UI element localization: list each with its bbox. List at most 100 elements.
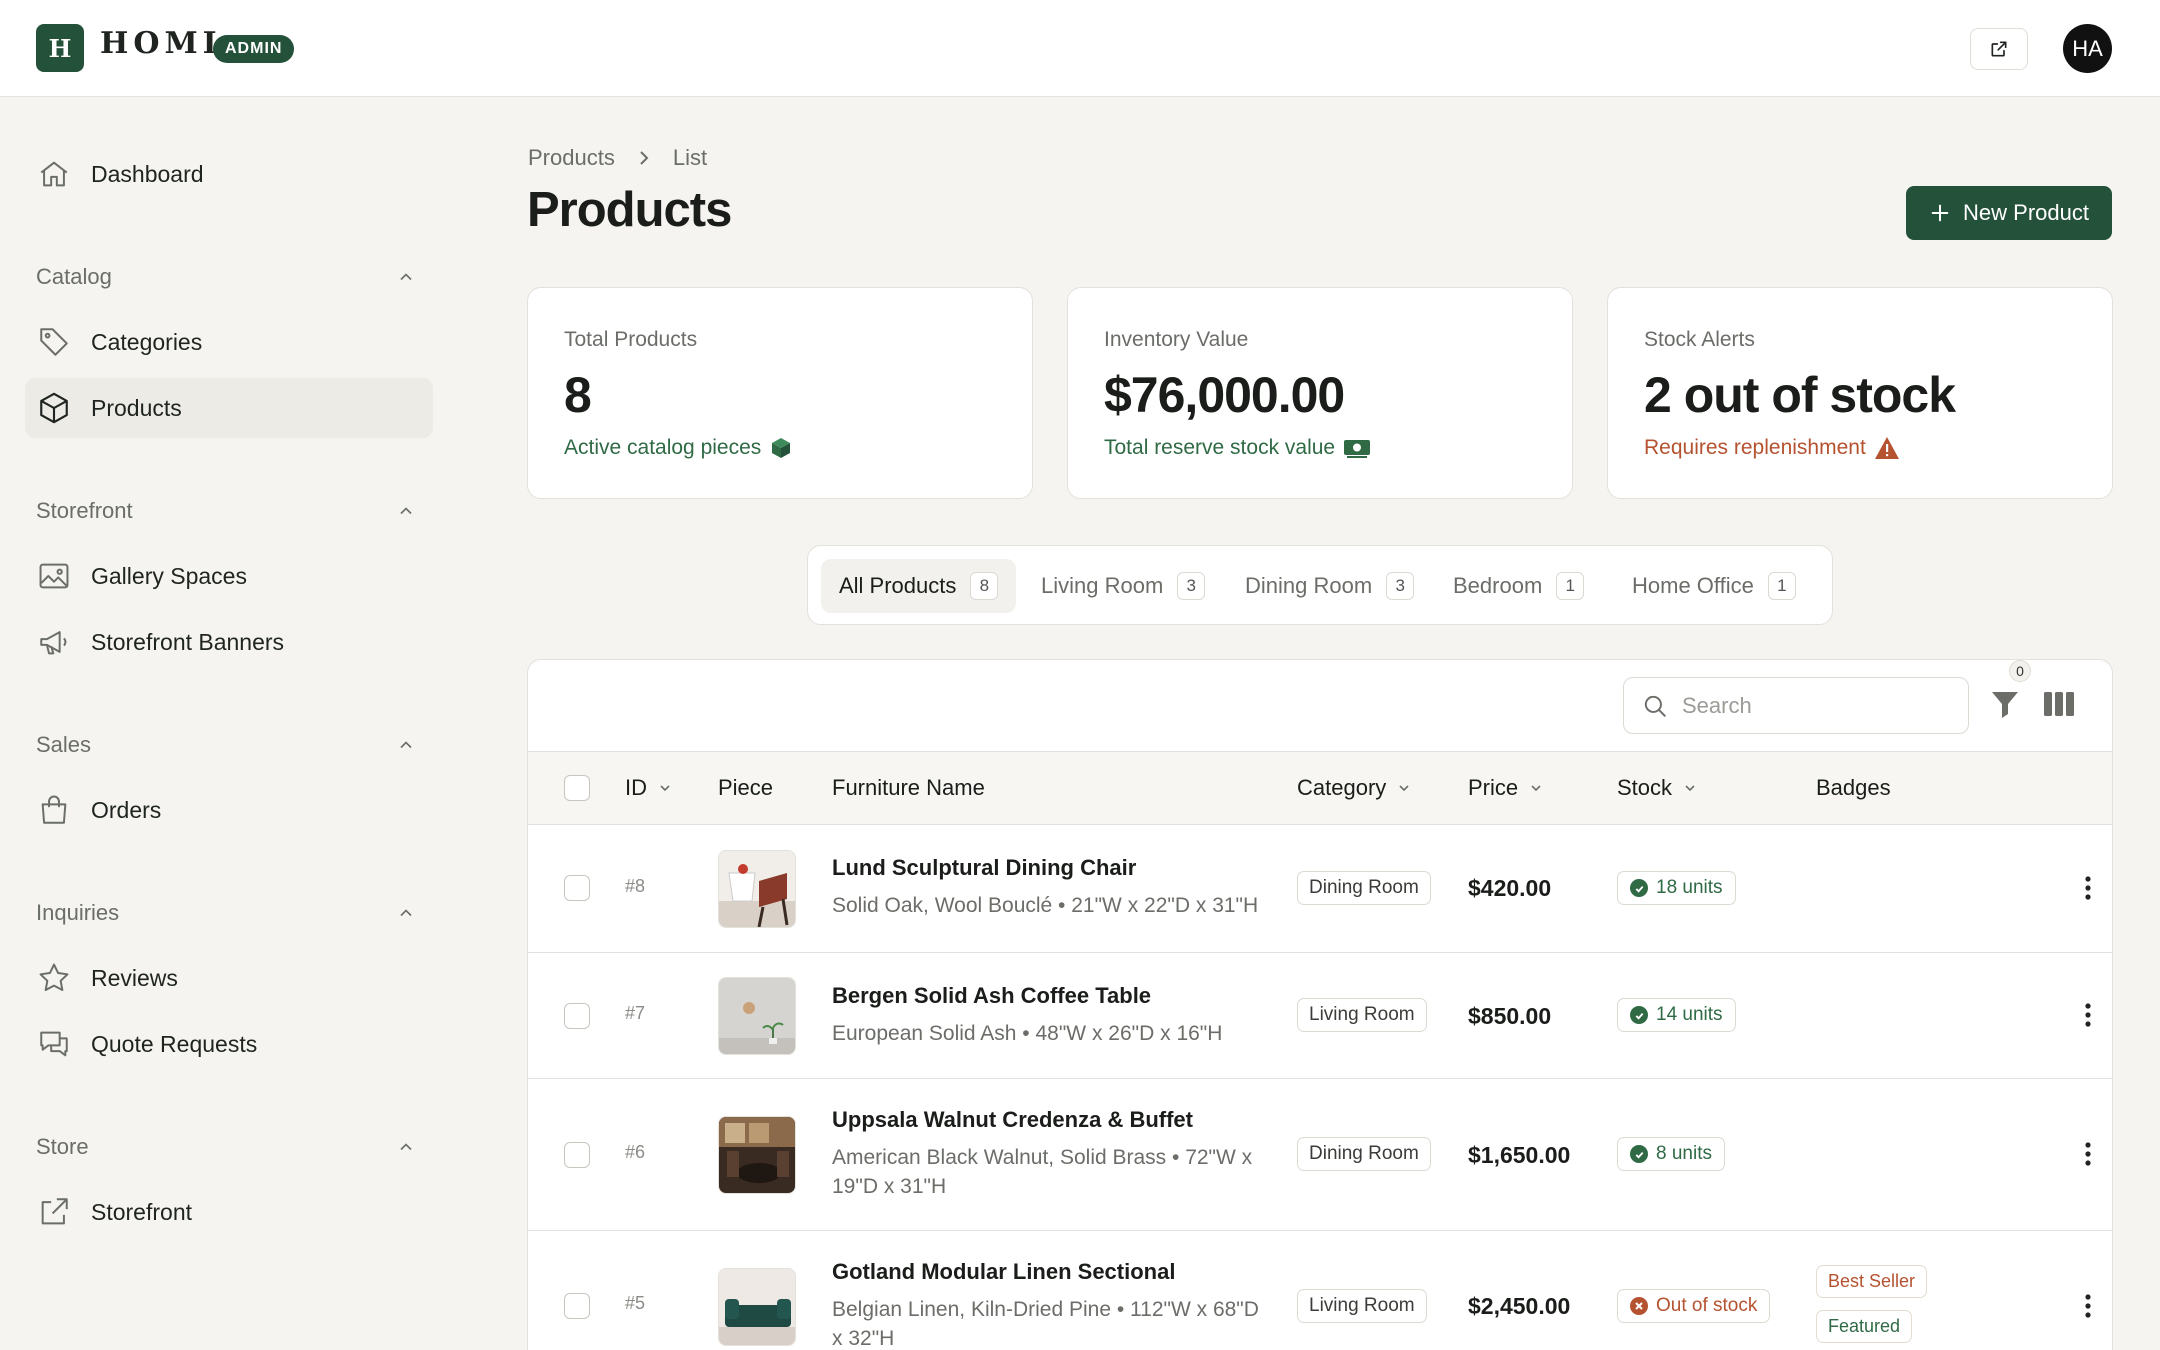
product-name[interactable]: Lund Sculptural Dining Chair bbox=[832, 855, 1264, 881]
sidebar-item-quote-requests[interactable]: Quote Requests bbox=[25, 1014, 433, 1074]
row-id: #6 bbox=[625, 1142, 646, 1162]
product-price: $2,450.00 bbox=[1468, 1293, 1571, 1319]
sidebar-group-storefront[interactable]: Storefront bbox=[36, 491, 416, 531]
stat-sub: Active catalog pieces bbox=[564, 436, 996, 460]
sidebar-group-label: Storefront bbox=[36, 498, 133, 523]
product-thumbnail[interactable] bbox=[718, 1116, 796, 1194]
tab-dining-room[interactable]: Dining Room 3 bbox=[1227, 559, 1432, 613]
row-checkbox[interactable] bbox=[564, 1142, 590, 1168]
sidebar-group-inquiries[interactable]: Inquiries bbox=[36, 893, 416, 933]
stock-badge: 18 units bbox=[1617, 871, 1736, 905]
category-tabs: All Products 8 Living Room 3 Dining Room… bbox=[807, 545, 1833, 625]
brand-name[interactable]: HOMI bbox=[100, 26, 222, 61]
table-row[interactable]: #6 Uppsala Walnut Credenza & Buffet Amer… bbox=[528, 1079, 2112, 1231]
row-actions-icon[interactable] bbox=[2076, 1289, 2100, 1323]
product-name[interactable]: Gotland Modular Linen Sectional bbox=[832, 1259, 1264, 1285]
column-header-id[interactable]: ID bbox=[625, 752, 673, 824]
tab-label: Dining Room bbox=[1245, 573, 1373, 598]
logo-mark[interactable]: H bbox=[36, 24, 84, 72]
product-name[interactable]: Bergen Solid Ash Coffee Table bbox=[832, 983, 1264, 1009]
product-thumbnail[interactable] bbox=[718, 977, 796, 1055]
column-label: Category bbox=[1297, 775, 1387, 800]
product-thumbnail[interactable] bbox=[718, 1268, 796, 1346]
row-id: #7 bbox=[625, 1003, 646, 1023]
sidebar-item-label: Storefront bbox=[91, 1198, 192, 1225]
stock-text: Out of stock bbox=[1656, 1295, 1758, 1316]
category-chip: Living Room bbox=[1297, 998, 1427, 1032]
home-icon bbox=[40, 161, 68, 187]
star-icon bbox=[39, 963, 69, 992]
search-input[interactable] bbox=[1682, 692, 1942, 719]
product-name[interactable]: Uppsala Walnut Credenza & Buffet bbox=[832, 1107, 1264, 1133]
category-chip: Dining Room bbox=[1297, 871, 1431, 905]
chevron-down-icon bbox=[1531, 785, 1541, 792]
sidebar-group-label: Catalog bbox=[36, 264, 112, 289]
tab-count: 3 bbox=[1177, 572, 1206, 600]
sidebar-item-products[interactable]: Products bbox=[25, 378, 433, 438]
column-label: ID bbox=[625, 775, 647, 800]
columns-icon[interactable] bbox=[2043, 690, 2075, 718]
tab-all-products[interactable]: All Products 8 bbox=[821, 559, 1017, 613]
product-thumbnail[interactable] bbox=[718, 850, 796, 928]
stock-text: 8 units bbox=[1656, 1143, 1712, 1164]
chevron-down-icon bbox=[1399, 785, 1409, 792]
sidebar-item-label: Categories bbox=[91, 328, 203, 355]
select-all-checkbox[interactable] bbox=[564, 775, 590, 801]
row-actions-icon[interactable] bbox=[2076, 998, 2100, 1032]
stat-label: Inventory Value bbox=[1104, 328, 1249, 351]
stat-value: 8 bbox=[564, 367, 592, 423]
stock-text: 14 units bbox=[1656, 1004, 1723, 1025]
chevron-up-icon bbox=[400, 909, 412, 917]
row-checkbox[interactable] bbox=[564, 875, 590, 901]
new-product-button[interactable]: New Product bbox=[1906, 186, 2112, 240]
column-header-category[interactable]: Category bbox=[1297, 752, 1412, 824]
sidebar-item-orders[interactable]: Orders bbox=[25, 780, 433, 840]
product-info: Uppsala Walnut Credenza & Buffet America… bbox=[832, 1107, 1264, 1201]
sidebar-item-storefront-banners[interactable]: Storefront Banners bbox=[25, 612, 433, 672]
table-row[interactable]: #8 Lund Sculptural Dining Chair Solid Oa… bbox=[528, 825, 2112, 953]
sidebar-item-dashboard[interactable]: Dashboard bbox=[25, 144, 433, 204]
sidebar-item-storefront[interactable]: Storefront bbox=[25, 1182, 433, 1242]
stat-card-total-products: Total Products 8 Active catalog pieces bbox=[527, 287, 1033, 499]
row-actions-icon[interactable] bbox=[2076, 871, 2100, 905]
row-checkbox[interactable] bbox=[564, 1003, 590, 1029]
column-label: Piece bbox=[718, 775, 774, 800]
column-header-stock[interactable]: Stock bbox=[1617, 752, 1698, 824]
column-header-badges: Badges bbox=[1816, 752, 1891, 824]
search-icon bbox=[1644, 695, 1666, 717]
row-actions-icon[interactable] bbox=[2076, 1137, 2100, 1171]
sidebar-item-label: Reviews bbox=[91, 964, 178, 991]
breadcrumb-products[interactable]: Products bbox=[528, 145, 615, 171]
sidebar-group-catalog[interactable]: Catalog bbox=[36, 257, 416, 297]
chevron-up-icon bbox=[400, 273, 412, 281]
sidebar-group-sales[interactable]: Sales bbox=[36, 725, 416, 765]
sidebar-item-categories[interactable]: Categories bbox=[25, 312, 433, 372]
product-price: $1,650.00 bbox=[1468, 1142, 1571, 1168]
column-label: Furniture Name bbox=[832, 775, 985, 800]
external-link-icon bbox=[1991, 41, 2007, 57]
check-circle-icon bbox=[1630, 879, 1648, 897]
sidebar-group-store[interactable]: Store bbox=[36, 1127, 416, 1167]
tab-bedroom[interactable]: Bedroom 1 bbox=[1435, 559, 1602, 613]
chevron-down-icon bbox=[660, 785, 670, 792]
tab-label: Living Room bbox=[1041, 573, 1164, 598]
shopping-bag-icon bbox=[41, 795, 67, 824]
tab-living-room[interactable]: Living Room 3 bbox=[1023, 559, 1223, 613]
table-row[interactable]: #5 Gotland Modular Linen Sectional Belgi… bbox=[528, 1231, 2112, 1350]
avatar[interactable]: HA bbox=[2063, 24, 2112, 73]
check-circle-icon bbox=[1630, 1145, 1648, 1163]
table-row[interactable]: #7 Bergen Solid Ash Coffee Table Europea… bbox=[528, 953, 2112, 1079]
open-storefront-button[interactable] bbox=[1970, 28, 2028, 70]
product-price: $420.00 bbox=[1468, 875, 1552, 901]
row-checkbox[interactable] bbox=[564, 1293, 590, 1319]
search-box[interactable] bbox=[1623, 677, 1969, 734]
column-label: Price bbox=[1468, 775, 1519, 800]
column-header-price[interactable]: Price bbox=[1468, 752, 1544, 824]
sidebar-item-reviews[interactable]: Reviews bbox=[25, 948, 433, 1008]
tab-label: Home Office bbox=[1632, 573, 1754, 598]
tab-label: All Products bbox=[839, 573, 957, 598]
tab-home-office[interactable]: Home Office 1 bbox=[1614, 559, 1814, 613]
table-header: ID Piece Furniture Name Category Price S… bbox=[528, 751, 2112, 825]
sidebar-item-gallery-spaces[interactable]: Gallery Spaces bbox=[25, 546, 433, 606]
filter-icon[interactable] bbox=[1990, 688, 2020, 720]
